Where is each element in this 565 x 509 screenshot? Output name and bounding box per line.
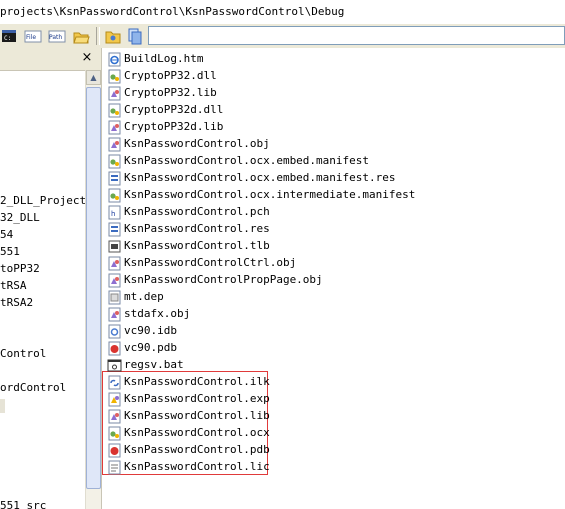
pdb-icon [108, 341, 121, 356]
res-icon [108, 222, 121, 237]
svg-text:h: h [111, 210, 115, 218]
file-name: BuildLog.htm [124, 52, 204, 65]
tree-item[interactable]: ordControl [0, 381, 66, 394]
bat-icon [107, 359, 122, 372]
file-name: KsnPasswordControl.ocx [124, 426, 270, 439]
tree-item[interactable]: 551 src [0, 499, 46, 509]
tree-item[interactable]: 54 [0, 228, 13, 241]
lib-icon [108, 409, 121, 424]
scroll-thumb[interactable] [86, 87, 101, 489]
file-name: vc90.idb [124, 324, 177, 337]
open-folder-icon[interactable] [72, 27, 90, 45]
text-icon [108, 460, 121, 475]
tree-item[interactable]: 32_DLL [0, 211, 40, 224]
file-name: KsnPasswordControlCtrl.obj [124, 256, 297, 269]
file-name: stdafx.obj [124, 307, 191, 320]
exp-icon [108, 392, 121, 407]
file-name: regsv.bat [124, 358, 184, 371]
file-name: KsnPasswordControl.lib [124, 409, 270, 422]
idb-icon [108, 324, 121, 339]
scroll-up-icon[interactable]: ▲ [86, 70, 101, 85]
path-title: projects\KsnPasswordControl\KsnPasswordC… [0, 5, 345, 18]
titlebar: projects\KsnPasswordControl\KsnPasswordC… [0, 0, 565, 25]
file-name: KsnPasswordControl.ilk [124, 375, 270, 388]
tree-item[interactable]: 2_DLL_Project [0, 194, 86, 207]
tree-item[interactable]: tRSA [0, 279, 27, 292]
file-name: KsnPasswordControl.lic [124, 460, 270, 473]
vertical-scrollbar[interactable]: ▲ [85, 70, 101, 509]
pch-icon: h [108, 205, 121, 220]
file-name: KsnPasswordControl.pdb [124, 443, 270, 456]
tree-header: × [0, 48, 101, 71]
tlb-icon [108, 240, 121, 253]
toolbar: C: File Path [0, 24, 565, 49]
file-name: CryptoPP32d.dll [124, 103, 224, 116]
file-name: KsnPasswordControl.tlb [124, 239, 270, 252]
svg-text:C:: C: [4, 35, 11, 42]
file-name: CryptoPP32.lib [124, 86, 217, 99]
pdb-icon [108, 443, 121, 458]
tree-item[interactable]: tRSA2 [0, 296, 33, 309]
file-name: CryptoPP32.dll [124, 69, 217, 82]
obj-icon [108, 307, 121, 322]
file-name: CryptoPP32d.lib [124, 120, 224, 133]
obj-icon [108, 256, 121, 271]
manifest-icon [108, 154, 121, 169]
lib-icon [108, 86, 121, 101]
tree-item[interactable]: toPP32 [0, 262, 40, 275]
file-name: KsnPasswordControl.ocx.intermediate.mani… [124, 188, 416, 201]
console-icon[interactable]: C: [1, 27, 17, 45]
file-icon[interactable]: File [24, 27, 42, 45]
folder-icon[interactable] [104, 27, 122, 45]
file-list-pane: BuildLog.htm CryptoPP32.dll CryptoPP32.lib… [101, 48, 565, 509]
file-name: KsnPasswordControl.pch [124, 205, 270, 218]
obj-icon [108, 273, 121, 288]
ilk-icon [108, 375, 121, 390]
file-name: KsnPasswordControl.exp [124, 392, 270, 405]
copy-icon[interactable] [126, 27, 142, 45]
lib-icon [108, 120, 121, 135]
file-name: KsnPasswordControlPropPage.obj [124, 273, 323, 286]
dll-icon [108, 69, 121, 84]
close-icon[interactable]: × [80, 51, 94, 65]
tree-item[interactable]: Control [0, 347, 46, 360]
ie-htm-icon [108, 52, 121, 67]
toolbar-separator [96, 27, 100, 45]
dep-icon [108, 290, 121, 305]
dll-icon [108, 103, 121, 118]
folder-tree-pane: × 2_DLL_Project 32_DLL 54 551 toPP32 tRS… [0, 48, 101, 509]
tree-selection [0, 399, 5, 413]
file-name: KsnPasswordControl.ocx.embed.manifest.re… [124, 171, 396, 184]
manifest-icon [108, 188, 121, 203]
dll-icon [108, 426, 121, 441]
res-icon [108, 171, 121, 186]
file-name: KsnPasswordControl.ocx.embed.manifest [124, 154, 370, 167]
path-button-label: Path [49, 34, 62, 41]
file-name: KsnPasswordControl.obj [124, 137, 270, 150]
file-button-label: File [26, 34, 36, 41]
file-name: KsnPasswordControl.res [124, 222, 270, 235]
obj-icon [108, 137, 121, 152]
path-icon[interactable]: Path [48, 27, 66, 45]
file-name: vc90.pdb [124, 341, 177, 354]
tree-item[interactable]: 551 [0, 245, 20, 258]
file-name: mt.dep [124, 290, 164, 303]
address-input[interactable] [148, 26, 565, 45]
